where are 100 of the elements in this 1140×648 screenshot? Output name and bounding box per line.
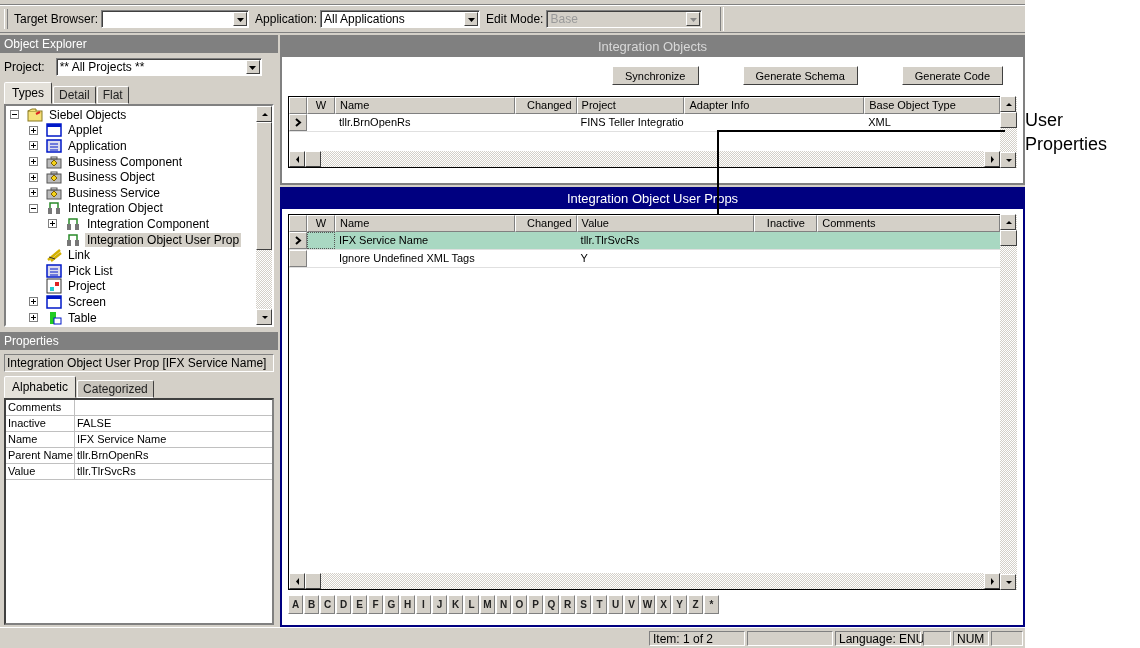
property-value: tllr.BrnOpenRs: [76, 448, 149, 463]
tab[interactable]: Alphabetic: [4, 376, 77, 398]
scroll-right-button[interactable]: [984, 151, 1000, 167]
letter-filter-button[interactable]: M: [480, 595, 495, 614]
scroll-left-button[interactable]: [289, 573, 305, 589]
letter-filter-button[interactable]: T: [592, 595, 607, 614]
letter-filter-button[interactable]: Z: [688, 595, 703, 614]
letter-filter-button[interactable]: O: [512, 595, 527, 614]
tree-item[interactable]: Table: [66, 310, 99, 325]
letter-filter-button[interactable]: B: [304, 595, 319, 614]
column-header[interactable]: Base Object Type: [864, 97, 1000, 114]
expand-icon[interactable]: [29, 141, 38, 151]
letter-filter-button[interactable]: U: [608, 595, 623, 614]
table-cell-text: XML: [867, 115, 892, 130]
letter-filter-button[interactable]: D: [336, 595, 351, 614]
column-header[interactable]: Name: [334, 215, 515, 232]
scrollbar-thumb[interactable]: [256, 122, 272, 250]
column-header[interactable]: Comments: [817, 215, 1000, 232]
letter-filter-button[interactable]: A: [288, 595, 303, 614]
tree-item[interactable]: Integration Object: [66, 201, 165, 216]
scrollbar-thumb[interactable]: [305, 573, 321, 589]
tree-item[interactable]: Integration Component: [85, 216, 212, 231]
expand-icon[interactable]: [29, 125, 38, 135]
tree-item[interactable]: Link: [66, 248, 92, 263]
scroll-right-button[interactable]: [984, 573, 1000, 589]
scrollbar-thumb[interactable]: [305, 151, 321, 167]
expand-icon[interactable]: [29, 157, 38, 167]
letter-filter-button[interactable]: E: [352, 595, 367, 614]
letter-filter-button[interactable]: Y: [672, 595, 687, 614]
row-selector[interactable]: [289, 232, 307, 249]
letter-filter-button[interactable]: H: [400, 595, 415, 614]
letter-filter-button[interactable]: G: [384, 595, 399, 614]
tab[interactable]: Types: [4, 82, 52, 104]
column-header[interactable]: Project: [576, 97, 685, 114]
scroll-down-button[interactable]: [1000, 574, 1016, 590]
tree-item[interactable]: Screen: [66, 294, 109, 309]
table-cell-text: tllr.TlrSvcRs: [579, 233, 641, 248]
letter-filter-button[interactable]: K: [448, 595, 463, 614]
tree-item[interactable]: Business Object: [66, 170, 157, 185]
letter-filter-button[interactable]: Q: [544, 595, 559, 614]
project-dropdown[interactable]: ** All Projects **: [55, 58, 262, 76]
scroll-up-button[interactable]: [1000, 96, 1016, 112]
letter-filter-button[interactable]: F: [368, 595, 383, 614]
letter-filter-button[interactable]: C: [320, 595, 335, 614]
column-header[interactable]: Name: [334, 97, 515, 114]
letter-filter-button[interactable]: N: [496, 595, 511, 614]
scroll-up-button[interactable]: [1000, 214, 1016, 230]
tree-item[interactable]: Business Service: [66, 185, 163, 200]
column-header[interactable]: Value: [576, 215, 755, 232]
tree-item[interactable]: Application: [66, 139, 129, 153]
target-browser-dropdown[interactable]: [101, 10, 250, 28]
window-icon: [46, 122, 62, 139]
table-cell-text: Y: [579, 251, 589, 266]
expand-icon[interactable]: [29, 313, 38, 322]
applet-title: Integration Objects: [282, 37, 1023, 57]
letter-filter-button[interactable]: V: [624, 595, 639, 614]
expand-icon[interactable]: [29, 172, 38, 182]
letter-filter-button[interactable]: I: [416, 595, 431, 614]
letter-filter-button[interactable]: W: [640, 595, 655, 614]
application-dropdown[interactable]: All Applications: [320, 10, 481, 28]
letter-filter-button[interactable]: J: [432, 595, 447, 614]
expand-icon[interactable]: [48, 219, 57, 229]
tree-item[interactable]: Business Component: [66, 154, 185, 169]
tree-item[interactable]: Applet: [66, 123, 105, 138]
status-text: Item: 1 of 2: [649, 630, 745, 646]
action-button[interactable]: Synchronize: [611, 66, 699, 85]
column-header[interactable]: W: [307, 97, 335, 114]
scroll-up-button[interactable]: [256, 106, 272, 122]
field-label: Edit Mode:: [486, 12, 544, 26]
column-header[interactable]: Inactive: [754, 215, 818, 232]
tree-item[interactable]: Integration Object User Prop: [85, 232, 242, 247]
tree-item[interactable]: Project: [66, 279, 108, 294]
letter-filter-button[interactable]: P: [528, 595, 543, 614]
scrollbar-thumb[interactable]: [1000, 230, 1017, 246]
letter-filter-button[interactable]: R: [560, 595, 575, 614]
column-header[interactable]: W: [307, 215, 335, 232]
collapse-icon[interactable]: [10, 110, 19, 120]
expand-icon[interactable]: [29, 188, 38, 198]
column-header[interactable]: Changed: [514, 215, 577, 232]
tree-item[interactable]: Siebel Objects: [47, 107, 129, 122]
column-header[interactable]: Adapter Info: [684, 97, 865, 114]
letter-filter-button[interactable]: S: [576, 595, 591, 614]
action-button[interactable]: Generate Schema: [742, 66, 858, 85]
tab[interactable]: Detail: [53, 86, 96, 104]
letter-filter-button[interactable]: *: [704, 595, 719, 614]
tree-item[interactable]: Pick List: [66, 263, 115, 278]
scrollbar-thumb[interactable]: [1000, 112, 1017, 128]
column-header[interactable]: Changed: [514, 97, 577, 114]
scroll-left-button[interactable]: [289, 151, 305, 167]
expand-icon[interactable]: [29, 297, 38, 307]
tab[interactable]: Categorized: [77, 380, 154, 398]
scroll-down-button[interactable]: [256, 309, 272, 325]
letter-filter-button[interactable]: X: [656, 595, 671, 614]
collapse-icon[interactable]: [29, 203, 38, 213]
tab[interactable]: Flat: [96, 86, 129, 104]
row-selector[interactable]: [289, 114, 307, 131]
action-button[interactable]: Generate Code: [901, 66, 1003, 85]
letter-filter-button[interactable]: L: [464, 595, 479, 614]
scroll-down-button[interactable]: [1000, 152, 1016, 168]
status-text: NUM: [953, 630, 989, 646]
